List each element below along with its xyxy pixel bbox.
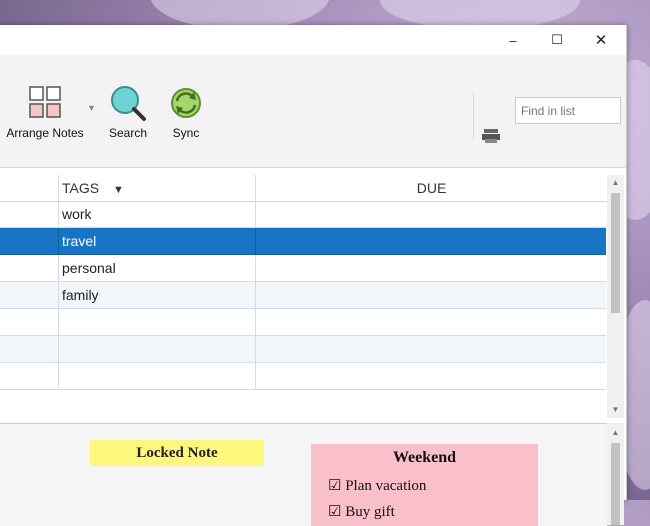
app-window: – ☐ ✕ Arrange Notes ▾ Search Sync Find i… — [0, 25, 627, 526]
find-in-list-input[interactable] — [515, 97, 621, 124]
tags-cell: personal — [62, 260, 116, 276]
notes-table: TAGS ▼ DUE work travel personal family — [0, 175, 607, 418]
cell-divider — [255, 282, 256, 308]
arrange-notes-button[interactable]: Arrange Notes — [5, 83, 85, 143]
checklist-item-text: Buy gift — [345, 504, 395, 520]
tags-cell: family — [62, 287, 99, 303]
checklist-item-text: Plan vacation — [345, 478, 427, 494]
table-row[interactable] — [0, 363, 606, 390]
search-label: Search — [108, 126, 148, 140]
table-header: TAGS ▼ DUE — [0, 175, 607, 202]
sync-button[interactable]: Sync — [163, 83, 209, 143]
cell-divider — [58, 309, 59, 335]
print-icon[interactable] — [481, 126, 501, 146]
cell-divider — [255, 363, 256, 389]
locked-note-title: Locked Note — [136, 445, 218, 461]
column-header-due[interactable]: DUE — [256, 180, 607, 196]
cell-divider — [255, 201, 256, 227]
arrange-notes-label: Arrange Notes — [6, 126, 84, 140]
table-row[interactable]: work — [0, 201, 606, 228]
cell-divider — [58, 282, 59, 308]
sync-icon — [171, 88, 201, 118]
table-row[interactable]: family — [0, 282, 606, 309]
cell-divider — [58, 363, 59, 389]
notes-canvas: Locked Note Weekend ☑ Plan vacation ☑ Bu… — [0, 423, 607, 526]
notes-scrollbar[interactable]: ▲ — [607, 423, 624, 525]
scroll-up-arrow[interactable]: ▲ — [607, 175, 624, 191]
locked-note[interactable]: Locked Note — [90, 440, 264, 466]
cell-divider — [255, 228, 256, 254]
search-icon — [111, 86, 146, 121]
weekend-note[interactable]: Weekend ☑ Plan vacation ☑ Buy gift — [311, 444, 538, 526]
cell-divider — [58, 228, 59, 254]
table-row-selected[interactable]: travel — [0, 228, 606, 255]
title-bar: – ☐ ✕ — [0, 25, 626, 55]
tags-cell: travel — [62, 233, 97, 249]
column-header-tags[interactable]: TAGS ▼ — [62, 180, 124, 196]
checklist-item[interactable]: ☑ Plan vacation — [328, 476, 426, 495]
search-button[interactable]: Search — [105, 83, 151, 143]
sync-label: Sync — [172, 126, 200, 140]
checkbox-checked-icon[interactable]: ☑ — [328, 478, 341, 494]
chevron-down-icon[interactable]: ▾ — [89, 103, 94, 114]
table-row[interactable] — [0, 336, 606, 363]
table-row[interactable]: personal — [0, 255, 606, 282]
checkbox-checked-icon[interactable]: ☑ — [328, 504, 341, 520]
close-button[interactable]: ✕ — [578, 25, 624, 55]
toolbar-divider — [473, 93, 474, 139]
scroll-up-arrow[interactable]: ▲ — [607, 425, 624, 441]
table-scrollbar[interactable]: ▲ ▼ — [607, 175, 624, 418]
maximize-button[interactable]: ☐ — [534, 25, 580, 55]
sort-descending-icon: ▼ — [112, 184, 124, 196]
cell-divider — [255, 255, 256, 281]
minimize-button[interactable]: – — [490, 25, 536, 55]
weekend-note-title: Weekend — [392, 449, 457, 466]
cell-divider — [255, 309, 256, 335]
checklist-item[interactable]: ☑ Buy gift — [328, 502, 395, 521]
table-row[interactable] — [0, 309, 606, 336]
cell-divider — [58, 255, 59, 281]
scrollbar-thumb[interactable] — [611, 193, 620, 313]
column-divider — [58, 175, 59, 201]
scroll-down-arrow[interactable]: ▼ — [607, 402, 624, 418]
tags-header-label: TAGS — [62, 180, 100, 196]
arrange-grid-icon — [29, 86, 61, 118]
tags-cell: work — [62, 206, 92, 222]
cell-divider — [255, 336, 256, 362]
cell-divider — [58, 201, 59, 227]
scrollbar-thumb[interactable] — [611, 443, 620, 525]
filter-bar — [0, 145, 626, 168]
cell-divider — [58, 336, 59, 362]
